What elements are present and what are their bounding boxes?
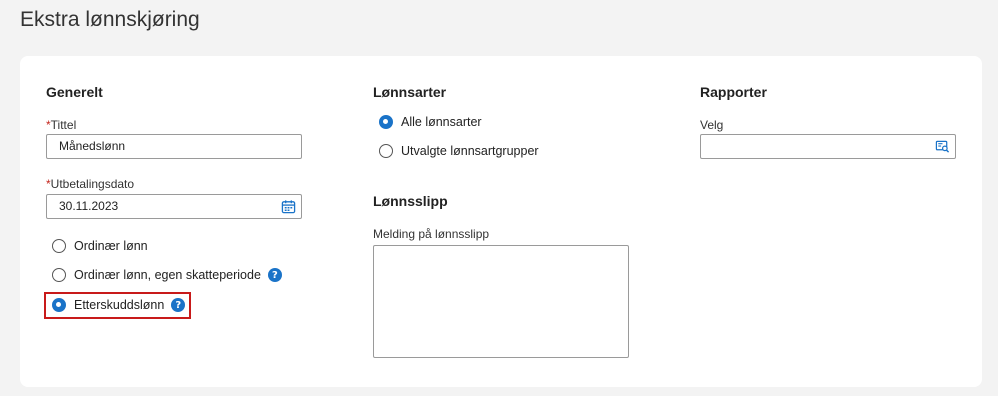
tittel-label-text: Tittel (50, 118, 77, 132)
utbetalingsdato-input[interactable]: 30.11.2023 (46, 194, 302, 219)
lonnsart-label: Alle lønnsarter (401, 115, 482, 129)
lonnsarter-heading: Lønnsarter (373, 84, 447, 100)
paytype-etterskudd-radio[interactable]: Etterskuddslønn ? (52, 295, 186, 315)
calendar-icon[interactable] (281, 199, 296, 214)
melding-textarea[interactable] (373, 245, 629, 358)
paytype-egen-skatteperiode-radio[interactable]: Ordinær lønn, egen skatteperiode ? (52, 265, 282, 285)
radio-circle-selected[interactable] (379, 115, 393, 129)
utbetalingsdato-value: 30.11.2023 (59, 199, 119, 213)
velg-input[interactable] (700, 134, 956, 159)
help-icon[interactable]: ? (267, 268, 282, 282)
melding-label: Melding på lønnsslipp (373, 227, 490, 241)
paytype-label: Ordinær lønn (74, 239, 148, 253)
utbetalingsdato-label: *Utbetalingsdato (46, 177, 134, 191)
radio-circle-selected[interactable] (52, 298, 66, 312)
lonnsart-label: Utvalgte lønnsartgrupper (401, 144, 539, 158)
lonnsslipp-heading: Lønnsslipp (373, 193, 448, 209)
tittel-input[interactable]: Månedslønn (46, 134, 302, 159)
tittel-value: Månedslønn (59, 139, 126, 153)
form-card: Generelt *Tittel Månedslønn *Utbetalings… (20, 56, 982, 387)
tittel-label: *Tittel (46, 118, 76, 132)
utbetalingsdato-label-text: Utbetalingsdato (50, 177, 135, 191)
paytype-label: Etterskuddslønn (74, 298, 165, 312)
lonnsarter-alle-radio[interactable]: Alle lønnsarter (379, 112, 482, 132)
rapporter-heading: Rapporter (700, 84, 767, 100)
paytype-ordinaer-radio[interactable]: Ordinær lønn (52, 236, 148, 256)
paytype-label: Ordinær lønn, egen skatteperiode (74, 268, 261, 282)
generelt-heading: Generelt (46, 84, 103, 100)
radio-circle[interactable] (52, 268, 66, 282)
radio-circle[interactable] (379, 144, 393, 158)
page-title: Ekstra lønnskjøring (20, 8, 200, 31)
velg-label: Velg (700, 118, 724, 132)
help-icon[interactable]: ? (171, 298, 186, 312)
radio-circle[interactable] (52, 239, 66, 253)
lonnsarter-utvalgte-radio[interactable]: Utvalgte lønnsartgrupper (379, 141, 539, 161)
lookup-icon[interactable] (935, 139, 950, 154)
